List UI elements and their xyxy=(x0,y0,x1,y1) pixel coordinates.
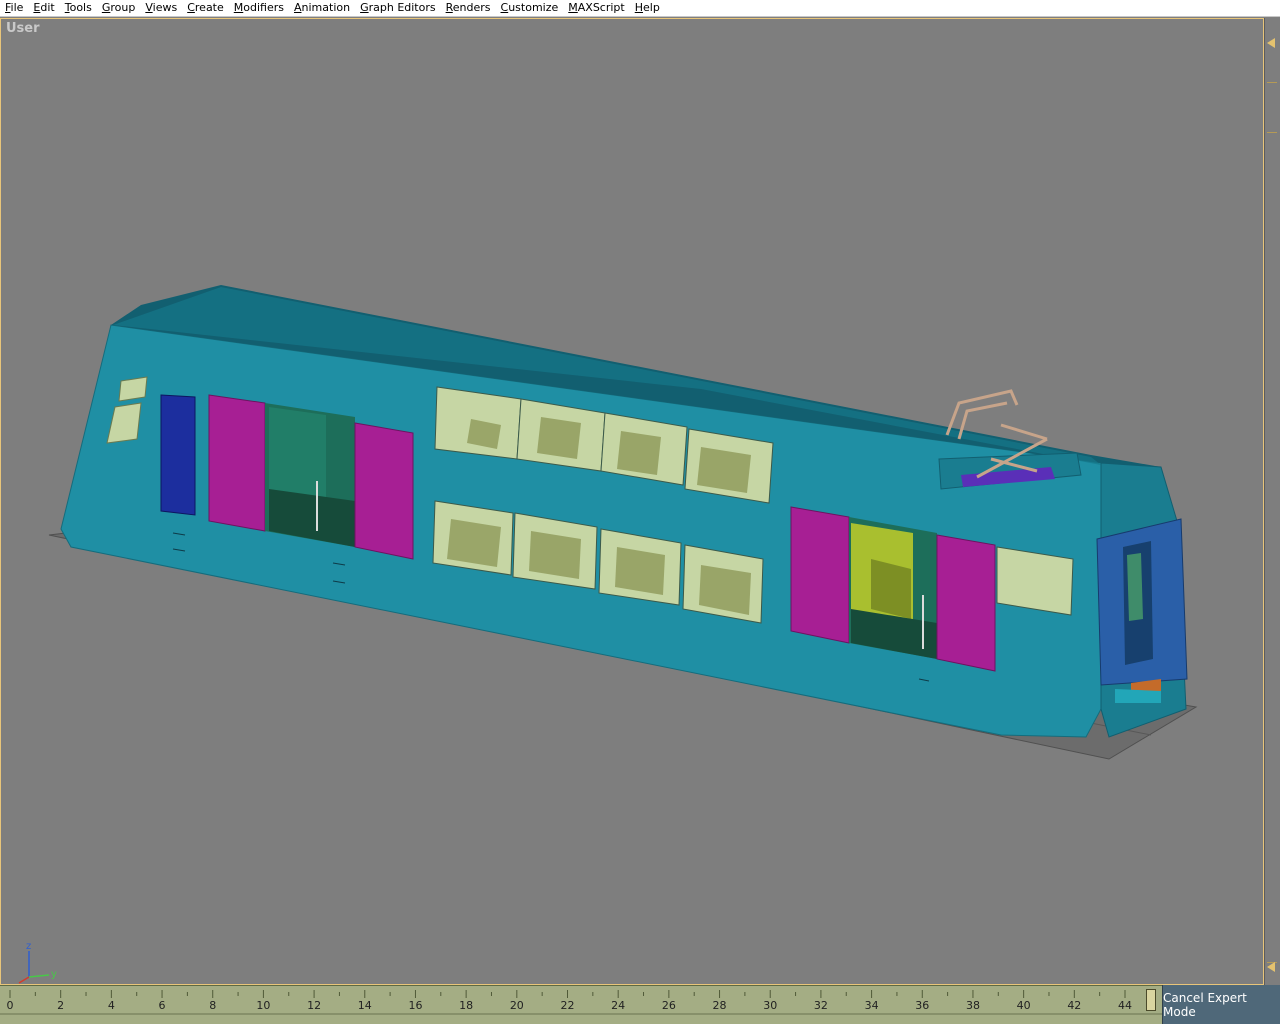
menu-item-accel: V xyxy=(145,0,153,14)
menu-item-label: dit xyxy=(40,0,55,14)
timeline-ticks xyxy=(0,990,1162,1015)
collapse-up-arrow-icon[interactable] xyxy=(1267,38,1275,48)
timeline-tick-label: 34 xyxy=(864,999,879,1012)
timeline-tick-label: 32 xyxy=(813,999,828,1012)
menu-item-accel: H xyxy=(634,0,644,14)
menu-item-label: elp xyxy=(643,0,660,14)
timeline-tick-label: 8 xyxy=(209,999,217,1012)
door-right-2 xyxy=(936,534,996,672)
timeline-tick-label: 18 xyxy=(459,999,474,1012)
train-scene xyxy=(48,285,1198,760)
menu-item-file[interactable]: File xyxy=(0,0,28,17)
y-axis-label: y xyxy=(51,969,57,980)
timeline-tick-label: 6 xyxy=(158,999,166,1012)
menu-item-label: ile xyxy=(10,0,24,14)
menu-item-accel: A xyxy=(293,0,302,14)
strip-tick xyxy=(1267,132,1277,133)
menu-item-modifiers[interactable]: Modifiers xyxy=(229,0,289,17)
menu-item-animation[interactable]: Animation xyxy=(289,0,355,17)
menu-item-customize[interactable]: Customize xyxy=(496,0,564,17)
timeline-tick-label: 24 xyxy=(611,999,626,1012)
time-slider-handle[interactable] xyxy=(1146,989,1156,1011)
coupler-cyan xyxy=(1115,689,1161,703)
door-left-1 xyxy=(208,394,266,532)
x-axis-line xyxy=(18,976,30,984)
menu-bar: File Edit Tools Group Views Create Modifiers An… xyxy=(0,0,1280,17)
cab-front-window xyxy=(1127,553,1143,621)
timeline-ruler[interactable]: 0 2 4 6 8 10 12 14 16 18 20 22 24 26 28 30 32 34 36 38 40 42 4… xyxy=(0,985,1162,1024)
timeline-tick-label: 22 xyxy=(560,999,575,1012)
axis-gizmo: z y xyxy=(18,941,57,984)
menu-item-views[interactable]: Views xyxy=(140,0,182,17)
menu-item-renders[interactable]: Renders xyxy=(441,0,496,17)
collapse-down-arrow-icon[interactable] xyxy=(1267,962,1275,972)
y-axis-line xyxy=(28,974,50,978)
timeline-tick-label: 30 xyxy=(763,999,778,1012)
door-stairs-2 xyxy=(871,559,911,619)
timeline-tick-label: 16 xyxy=(408,999,423,1012)
menu-item-label: reate xyxy=(194,0,224,14)
menu-item-label: odifiers xyxy=(243,0,284,14)
cab-side-door xyxy=(160,394,196,516)
menu-item-label: AXScript xyxy=(577,0,625,14)
timeline-tick-label: 14 xyxy=(357,999,372,1012)
menu-item-label: roup xyxy=(110,0,136,14)
timeline-tick-label: 36 xyxy=(915,999,930,1012)
menu-item-accel: G xyxy=(360,0,369,14)
menu-item-graph-editors[interactable]: Graph Editors xyxy=(355,0,441,17)
menu-item-label: nimation xyxy=(301,0,351,14)
menu-item-label: enders xyxy=(452,0,491,14)
menu-item-edit[interactable]: Edit xyxy=(28,0,59,17)
timeline-tick-label: 44 xyxy=(1118,999,1132,1012)
timeline-tick-label: 20 xyxy=(509,999,524,1012)
timeline-tick-label: 0 xyxy=(6,999,14,1012)
menu-item-label: raph Editors xyxy=(368,0,436,14)
timeline-tick-label: 42 xyxy=(1067,999,1082,1012)
cab-rear-window xyxy=(996,546,1074,616)
menu-item-label: ools xyxy=(69,0,92,14)
cancel-expert-mode-button[interactable]: Cancel Expert Mode xyxy=(1162,985,1280,1024)
door-right-1 xyxy=(354,422,414,560)
menu-item-label: iews xyxy=(152,0,178,14)
cab-window-upper xyxy=(118,376,148,402)
menu-item-label: ustomize xyxy=(508,0,559,14)
menu-item-tools[interactable]: Tools xyxy=(60,0,97,17)
viewport-user[interactable]: User z y xyxy=(0,18,1264,985)
timeline-tick-label: 28 xyxy=(712,999,727,1012)
menu-item-accel: M xyxy=(568,0,578,14)
menu-item-maxscript[interactable]: MAXScript xyxy=(563,0,629,17)
menu-item-create[interactable]: Create xyxy=(182,0,229,17)
timeline-tick-label: 26 xyxy=(661,999,676,1012)
viewport-right-strip[interactable] xyxy=(1264,18,1280,985)
menu-item-help[interactable]: Help xyxy=(630,0,665,17)
timeline-tick-label: 2 xyxy=(57,999,65,1012)
door-left-2 xyxy=(790,506,850,644)
strip-tick xyxy=(1267,82,1277,83)
timeline-tick-label: 38 xyxy=(965,999,980,1012)
z-axis-label: z xyxy=(26,941,31,952)
timeline-tick-label: 4 xyxy=(107,999,115,1012)
menu-item-accel: R xyxy=(445,0,453,14)
menu-item-group[interactable]: Group xyxy=(97,0,141,17)
timeline-tick-label: 10 xyxy=(256,999,271,1012)
menu-item-accel: C xyxy=(187,0,195,14)
timeline-tick-label: 40 xyxy=(1016,999,1031,1012)
menu-item-accel: M xyxy=(233,0,244,14)
timeline-tick-label: 12 xyxy=(307,999,322,1012)
